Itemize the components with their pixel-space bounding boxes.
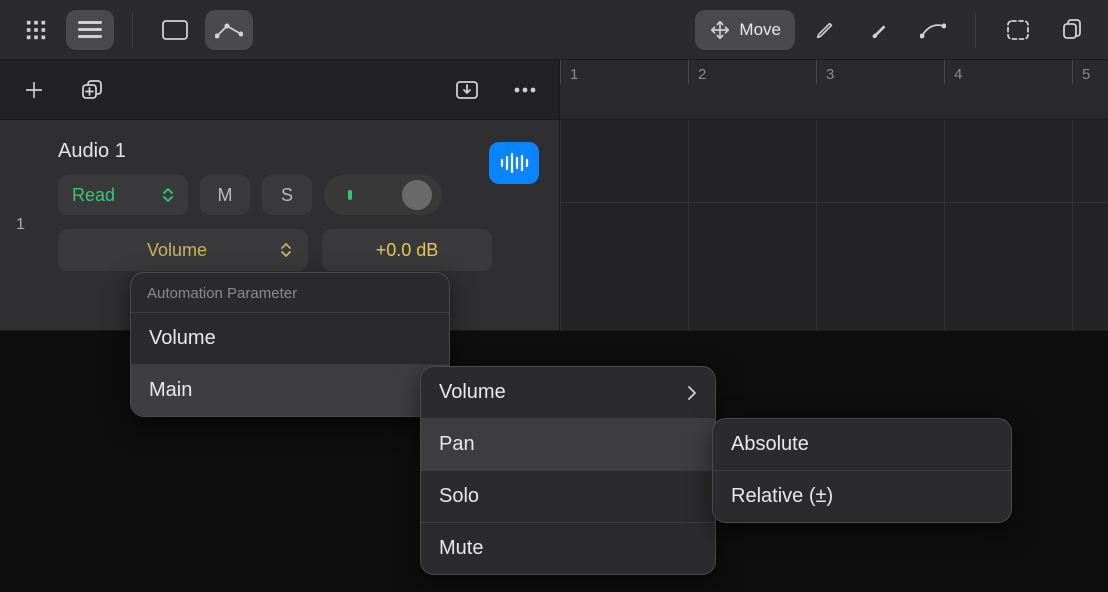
import-icon: [455, 79, 479, 101]
ruler-tick-label: 4: [954, 66, 962, 83]
track-lane[interactable]: [560, 120, 1108, 330]
track-header-left: [0, 60, 560, 120]
popup-item-relative[interactable]: Relative (±): [713, 470, 1011, 522]
chevron-right-icon: [687, 385, 697, 401]
select-tool-button[interactable]: [994, 10, 1042, 50]
move-tool-button[interactable]: Move: [695, 10, 795, 50]
ruler-tick-label: 5: [1082, 66, 1090, 83]
automation-mode-label: Read: [72, 185, 115, 206]
popup-item-volume[interactable]: Volume: [131, 313, 449, 364]
automation-view-button[interactable]: [205, 10, 253, 50]
duplicate-icon: [80, 78, 104, 102]
move-tool-label: Move: [739, 20, 781, 40]
mute-button[interactable]: M: [200, 175, 250, 215]
track-header-row: 1 2 3 4 5: [0, 60, 1108, 120]
automation-parameter-select[interactable]: Volume: [58, 229, 308, 271]
popup-item-volume[interactable]: Volume: [421, 367, 715, 418]
brush-tool-button[interactable]: [855, 10, 903, 50]
automation-curve-icon: [215, 20, 243, 40]
brush-icon: [868, 19, 890, 41]
import-button[interactable]: [445, 70, 489, 110]
popup-item-main[interactable]: Main: [131, 364, 449, 416]
list-view-button[interactable]: [66, 10, 114, 50]
track-name-label: Audio 1: [58, 140, 541, 163]
pencil-tool-button[interactable]: [801, 10, 849, 50]
waveform-icon: [499, 152, 529, 174]
popup-item-solo[interactable]: Solo: [421, 470, 715, 522]
timeline-ruler[interactable]: 1 2 3 4 5: [560, 60, 1108, 120]
copy-button[interactable]: [1048, 10, 1096, 50]
slider-indicator: [348, 190, 352, 200]
grid-icon: [25, 19, 47, 41]
more-button[interactable]: [503, 70, 547, 110]
rectangle-icon: [162, 20, 188, 40]
popup-item-pan[interactable]: Pan: [421, 418, 715, 470]
pan-submenu-popup: Absolute Relative (±): [712, 418, 1012, 523]
automation-parameter-label: Volume: [74, 240, 280, 261]
automation-value-field[interactable]: +0.0 dB: [322, 229, 492, 271]
toolbar-separator: [975, 12, 976, 48]
automation-parameter-popup: Automation Parameter Volume Main: [130, 272, 450, 417]
move-icon: [709, 19, 731, 41]
plus-icon: [23, 79, 45, 101]
view-mode-group: [12, 10, 114, 50]
copy-icon: [1060, 18, 1084, 42]
curve-tool-button[interactable]: [909, 10, 957, 50]
curve-icon: [920, 20, 946, 40]
toolbar-separator: [132, 12, 133, 48]
add-track-button[interactable]: [12, 70, 56, 110]
pencil-icon: [814, 19, 836, 41]
track-number: 1: [16, 216, 25, 234]
region-mode-group: [151, 10, 253, 50]
top-toolbar: Move: [0, 0, 1108, 60]
region-view-button[interactable]: [151, 10, 199, 50]
chevron-up-down-icon: [280, 242, 292, 258]
ruler-tick-label: 3: [826, 66, 834, 83]
chevron-up-down-icon: [162, 187, 174, 203]
slider-thumb[interactable]: [402, 180, 432, 210]
automation-value-label: +0.0 dB: [376, 240, 439, 261]
popup-item-mute[interactable]: Mute: [421, 522, 715, 574]
marquee-icon: [1006, 19, 1030, 41]
track-type-button[interactable]: [489, 142, 539, 184]
tool-group: Move: [695, 10, 957, 50]
clipboard-group: [994, 10, 1096, 50]
more-icon: [513, 86, 537, 94]
grid-view-button[interactable]: [12, 10, 60, 50]
solo-button[interactable]: S: [262, 175, 312, 215]
ruler-tick-label: 2: [698, 66, 706, 83]
main-submenu-popup: Volume Pan Solo Mute: [420, 366, 716, 575]
volume-slider[interactable]: [324, 175, 442, 215]
list-icon: [78, 21, 102, 39]
popup-title: Automation Parameter: [131, 273, 449, 313]
ruler-tick-label: 1: [570, 66, 578, 83]
duplicate-track-button[interactable]: [70, 70, 114, 110]
popup-item-absolute[interactable]: Absolute: [713, 419, 1011, 470]
automation-mode-select[interactable]: Read: [58, 175, 188, 215]
